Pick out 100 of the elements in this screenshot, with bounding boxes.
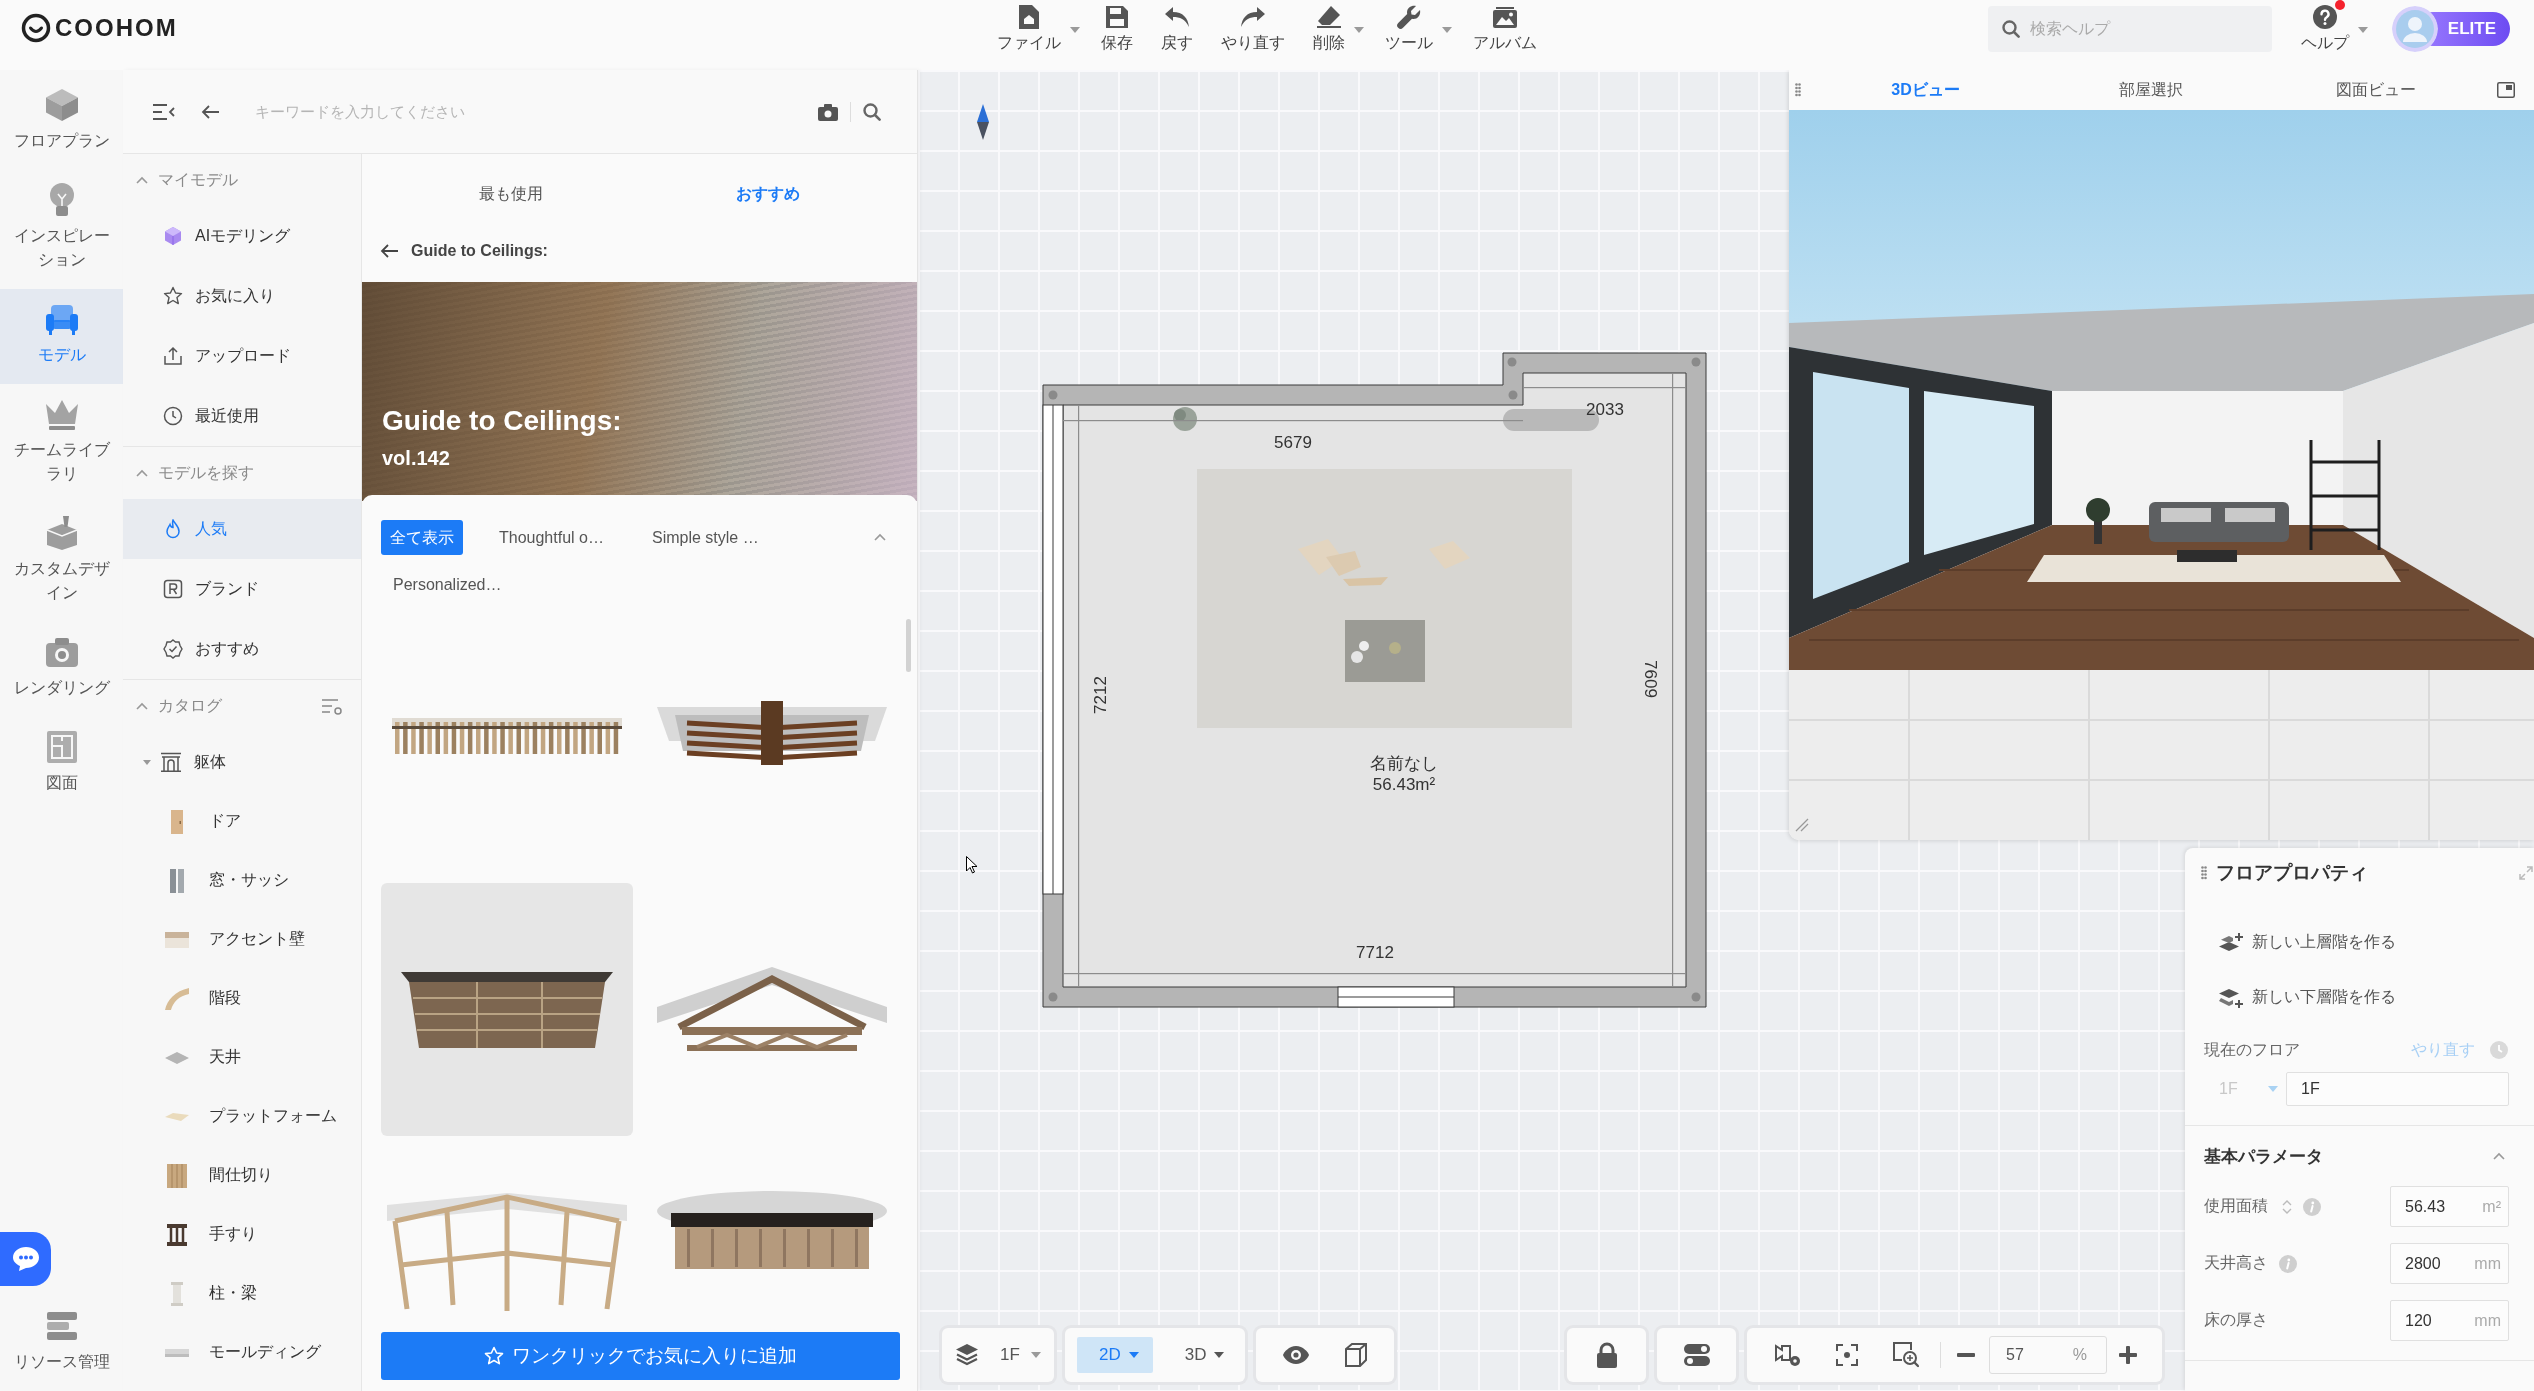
tree-item[interactable]: 窓・サッシ [123, 851, 361, 910]
plus-icon[interactable] [2119, 1346, 2137, 1364]
filter-tag[interactable]: Thoughtful o… [487, 520, 616, 555]
floor-name-field[interactable]: 1F [2286, 1072, 2509, 1106]
tab[interactable]: 3Dビュー [1813, 70, 2038, 110]
lock-button[interactable] [1567, 1328, 1646, 1382]
favorite-button[interactable]: ワンクリックでお気に入りに追加 [381, 1332, 900, 1380]
dimension-label: 7609 [1640, 660, 1660, 698]
collapse-menu-icon[interactable] [153, 102, 175, 121]
action-item[interactable]: 新しい下層階を作る [2185, 970, 2396, 1025]
tree-item[interactable]: 天井 [123, 1028, 361, 1087]
nav-item[interactable]: チームライブラリ [0, 384, 123, 503]
panel-title: フロアプロパティ [2216, 861, 2368, 885]
coffee-table[interactable] [1345, 620, 1425, 682]
banner-photo[interactable]: Guide to Ceilings: vol.142 [362, 282, 917, 501]
sort-icon[interactable] [2282, 1198, 2292, 1215]
filter-tag[interactable]: 全て表示 [381, 520, 463, 555]
chat-icon [12, 1247, 39, 1271]
category-item[interactable]: お気に入り [123, 266, 361, 326]
compass-icon [977, 104, 989, 140]
field-label: 現在のフロア [2204, 1039, 2300, 1060]
action-item[interactable]: 新しい上層階を作る [2185, 915, 2396, 970]
filter-tag[interactable]: Personalized… [381, 567, 514, 602]
toolbar-button[interactable]: 戻す [1147, 0, 1207, 58]
caret-down-icon[interactable] [143, 759, 151, 765]
focus-icon[interactable] [1836, 1344, 1858, 1366]
tab[interactable]: 図面ビュー [2263, 70, 2488, 110]
plant[interactable] [1173, 407, 1197, 431]
search-field[interactable]: 検索ヘルプ [1987, 6, 2272, 52]
minus-icon[interactable] [1957, 1353, 1975, 1357]
back-link[interactable]: Guide to Ceilings: [380, 234, 548, 268]
toolbar-button[interactable]: アルバム [1459, 0, 1551, 58]
toggle-button[interactable] [1657, 1328, 1736, 1382]
view-mode-button[interactable]: 3D [1162, 1337, 1239, 1373]
tree-item[interactable]: 柱・梁 [123, 1264, 361, 1323]
user-avatar[interactable] [2391, 6, 2438, 52]
tree-item[interactable]: 階段 [123, 969, 361, 1028]
model-tile[interactable] [381, 883, 633, 1136]
tree-item[interactable]: アクセント壁 [123, 910, 361, 969]
search-icon[interactable] [863, 102, 881, 121]
toolbar-button[interactable]: 削除 [1299, 0, 1371, 58]
help-button[interactable]: ヘルプ [2286, 0, 2375, 58]
corner-point[interactable] [1691, 357, 1701, 367]
tab[interactable]: 部屋選択 [2038, 70, 2263, 110]
corner-point[interactable] [1048, 992, 1058, 1002]
filter-settings-icon[interactable] [322, 697, 342, 715]
nav-item[interactable]: カスタムデザイン [0, 503, 123, 622]
zoom-in-icon[interactable] [1893, 1342, 1919, 1368]
box-ceiling-drawing[interactable] [657, 1191, 887, 1271]
back-arrow-icon[interactable] [201, 103, 219, 120]
nav-item[interactable]: インスピレーション [0, 170, 123, 289]
nav-item[interactable]: レンダリング [0, 622, 123, 717]
filter-tag[interactable]: Simple style … [639, 520, 771, 555]
tree-item[interactable]: 間仕切り [123, 1146, 361, 1205]
corner-point[interactable] [1508, 390, 1518, 400]
tree-item[interactable]: ドア [123, 792, 361, 851]
category-item[interactable]: 最近使用 [123, 386, 361, 446]
window[interactable] [1042, 404, 1064, 895]
drag-handle-icon[interactable] [2201, 866, 2207, 880]
chevron-up-icon[interactable] [874, 533, 886, 541]
beam-ceiling-drawing[interactable] [657, 701, 887, 767]
lattice-ceiling-drawing[interactable] [387, 1191, 627, 1313]
camera-icon[interactable] [818, 102, 838, 121]
tree-item[interactable]: プラットフォーム [123, 1087, 361, 1146]
corner-point[interactable] [1048, 390, 1058, 400]
tab[interactable]: 最も使用 [382, 154, 640, 234]
eye-icon[interactable] [1283, 1346, 1309, 1364]
cube-icon[interactable] [1345, 1343, 1367, 1367]
nav-item[interactable]: フロアプラン [0, 75, 123, 170]
drag-handle-icon[interactable] [1795, 83, 1801, 97]
toolbar-button[interactable]: やり直す [1207, 0, 1299, 58]
section-header[interactable]: 基本パラメータ [2185, 1126, 2534, 1186]
tab[interactable]: おすすめ [639, 154, 897, 234]
toolbar-button[interactable]: 保存 [1087, 0, 1147, 58]
chat-button[interactable] [0, 1232, 51, 1286]
stairs-icon [165, 987, 189, 1010]
category-item[interactable]: おすすめ [123, 619, 361, 679]
expand-icon[interactable] [2519, 866, 2533, 880]
badge-check-icon [163, 639, 183, 659]
picture-in-picture-icon[interactable] [2497, 82, 2515, 98]
scrollbar-thumb[interactable] [906, 619, 911, 672]
category-item[interactable]: ブランド [123, 559, 361, 619]
tree-item[interactable]: 手すり [123, 1205, 361, 1264]
camera-settings-icon[interactable] [1775, 1343, 1801, 1367]
nav-item[interactable]: 図面 [0, 717, 123, 812]
resize-handle-icon[interactable] [1795, 818, 1809, 832]
toolbar-button[interactable]: ファイル [983, 0, 1087, 58]
rug[interactable] [1197, 469, 1572, 728]
tree-item[interactable]: 躯体 [123, 732, 361, 792]
search-field[interactable]: キーワードを入力してください [255, 91, 818, 132]
nav-item[interactable]: リソース管理 [0, 1296, 123, 1391]
category-item[interactable]: AIモデリング [123, 206, 361, 266]
floor-select[interactable]: 1F [942, 1328, 1054, 1382]
toolbar-button[interactable]: ツール [1371, 0, 1459, 58]
corner-point[interactable] [1691, 992, 1701, 1002]
window[interactable] [1337, 986, 1455, 1008]
corner-point[interactable] [1507, 357, 1517, 367]
tree-item[interactable]: モールディング [123, 1323, 361, 1382]
category-item[interactable]: アップロード [123, 326, 361, 386]
layers-icon [956, 1344, 978, 1366]
